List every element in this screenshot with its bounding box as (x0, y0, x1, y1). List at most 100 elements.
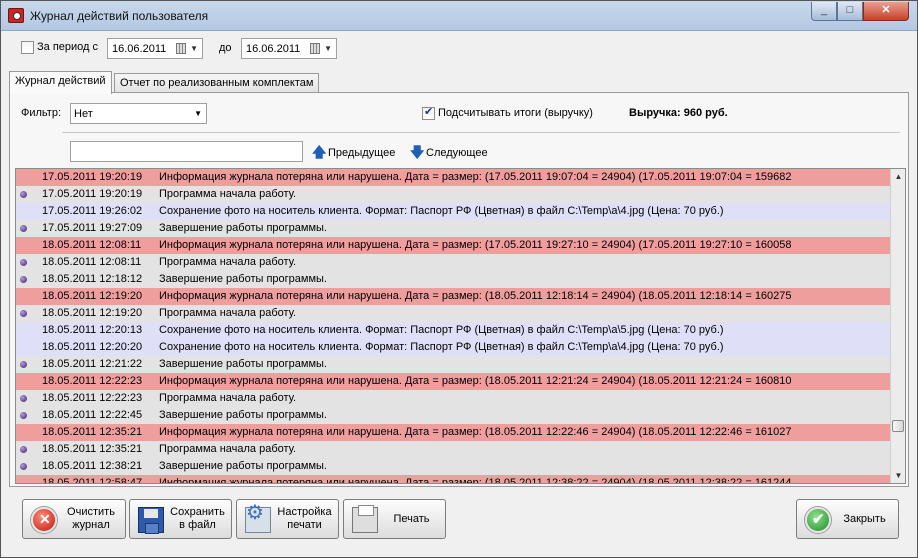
log-message: Программа начала работу. (159, 443, 297, 455)
log-timestamp: 18.05.2011 12:38:21 (42, 460, 143, 472)
camera-icon (8, 8, 24, 23)
filter-label: Фильтр: (21, 107, 62, 119)
action-log-list[interactable]: 18.05.2011 12:58:47 Информация журнала по… (15, 168, 906, 484)
log-row[interactable]: 18.05.2011 12:20:13 Сохранение фото на но… (16, 322, 890, 339)
log-timestamp: 18.05.2011 12:22:45 (42, 409, 143, 421)
close-window-button[interactable]: ✕ (863, 2, 909, 21)
scroll-up-arrow-icon[interactable]: ▲ (891, 169, 905, 184)
log-row[interactable]: 18.05.2011 12:22:45 Завершение работы про… (16, 407, 890, 424)
printer-icon (352, 505, 378, 533)
totals-checkbox[interactable] (422, 105, 435, 120)
log-message: Информация журнала потеряна или нарушена… (159, 426, 792, 438)
log-timestamp: 18.05.2011 12:35:21 (42, 443, 143, 455)
check-icon (805, 507, 831, 533)
floppy-icon (138, 507, 164, 534)
filter-select[interactable]: Нет ▼ (70, 103, 207, 124)
date-to-label: до (219, 42, 232, 54)
close-label: Закрыть (843, 512, 886, 525)
filter-value: Нет (74, 108, 93, 120)
clear-icon (31, 507, 57, 533)
arrow-down-icon: 🡇 (410, 144, 425, 160)
log-message: Информация журнала потеряна или нарушена… (159, 477, 792, 484)
minimize-button[interactable]: _ (811, 2, 837, 21)
scroll-down-arrow-icon[interactable]: ▼ (891, 468, 905, 483)
log-message: Программа начала работу. (159, 307, 297, 319)
log-timestamp: 17.05.2011 19:20:19 (42, 171, 143, 183)
chevron-down-icon: ▼ (190, 44, 198, 53)
log-row[interactable]: 17.05.2011 19:20:19 Информация журнала по… (16, 169, 890, 186)
save-to-file-button[interactable]: Сохранить в файл (129, 499, 232, 539)
tab-action-log[interactable]: Журнал действий (9, 71, 112, 94)
log-row[interactable]: 18.05.2011 12:19:20 Программа начала рабо… (16, 305, 890, 322)
totals-checkbox-label[interactable]: Подсчитывать итоги (выручку) (438, 107, 593, 119)
log-timestamp: 18.05.2011 12:22:23 (42, 375, 143, 387)
log-timestamp: 18.05.2011 12:08:11 (42, 256, 142, 268)
previous-label: Предыдущее (328, 147, 396, 159)
divider (62, 132, 900, 133)
log-timestamp: 18.05.2011 12:58:47 (42, 477, 143, 484)
log-message: Информация журнала потеряна или нарушена… (159, 375, 792, 387)
log-message: Информация журнала потеряна или нарушена… (159, 171, 792, 183)
log-message: Завершение работы программы. (159, 273, 327, 285)
log-timestamp: 18.05.2011 12:20:13 (42, 324, 143, 336)
log-row[interactable]: 18.05.2011 12:38:21 Завершение работы про… (16, 458, 890, 475)
log-row[interactable]: 18.05.2011 12:08:11 Программа начала рабо… (16, 254, 890, 271)
bullet-icon (20, 395, 27, 402)
bullet-icon (20, 310, 27, 317)
log-row[interactable]: 18.05.2011 12:58:47 Информация журнала по… (16, 475, 890, 484)
vertical-scrollbar[interactable]: ▲ ▼ (890, 169, 905, 483)
log-row[interactable]: 18.05.2011 12:21:22 Завершение работы про… (16, 356, 890, 373)
maximize-button[interactable]: □ (837, 2, 863, 21)
search-input[interactable] (70, 141, 303, 162)
print-button[interactable]: Печать (343, 499, 446, 539)
period-row: За период с 16.06.2011 ▼ до 16.06.2011 ▼ (21, 38, 901, 60)
log-timestamp: 17.05.2011 19:27:09 (42, 222, 143, 234)
clear-log-button[interactable]: Очистить журнал (22, 499, 126, 539)
chevron-down-icon: ▼ (324, 44, 332, 53)
close-button[interactable]: Закрыть (796, 499, 899, 539)
log-row[interactable]: 17.05.2011 19:20:19 Программа начала рабо… (16, 186, 890, 203)
log-message: Сохранение фото на носитель клиента. Фор… (159, 324, 724, 336)
log-row[interactable]: 18.05.2011 12:08:11 Информация журнала по… (16, 237, 890, 254)
bullet-icon (20, 276, 27, 283)
log-row[interactable]: 17.05.2011 19:27:09 Завершение работы про… (16, 220, 890, 237)
log-row[interactable]: 18.05.2011 12:35:21 Программа начала рабо… (16, 441, 890, 458)
log-row[interactable]: 18.05.2011 12:18:12 Завершение работы про… (16, 271, 890, 288)
log-timestamp: 18.05.2011 12:21:22 (42, 358, 143, 370)
main-window: Журнал действий пользователя _ □ ✕ За пе… (0, 0, 918, 558)
tab-bar: Журнал действий Отчет по реализованным к… (9, 71, 909, 94)
chevron-down-icon: ▼ (194, 109, 202, 118)
log-message: Завершение работы программы. (159, 358, 327, 370)
log-timestamp: 18.05.2011 12:22:23 (42, 392, 143, 404)
log-message: Программа начала работу. (159, 188, 297, 200)
date-to-picker[interactable]: 16.06.2011 ▼ (241, 38, 337, 59)
log-message: Завершение работы программы. (159, 222, 327, 234)
print-setup-button[interactable]: Настройка печати (236, 499, 339, 539)
log-message: Завершение работы программы. (159, 409, 327, 421)
date-from-picker[interactable]: 16.06.2011 ▼ (107, 38, 203, 59)
log-message: Информация журнала потеряна или нарушена… (159, 239, 792, 251)
calendar-icon (310, 43, 320, 54)
log-message: Программа начала работу. (159, 256, 297, 268)
title-bar[interactable]: Журнал действий пользователя _ □ ✕ (1, 1, 917, 31)
log-row[interactable]: 18.05.2011 12:20:20 Сохранение фото на но… (16, 339, 890, 356)
log-timestamp: 18.05.2011 12:08:11 (42, 239, 142, 251)
bullet-icon (20, 225, 27, 232)
tab-sold-sets-report[interactable]: Отчет по реализованным комплектам (114, 73, 320, 93)
log-message: Программа начала работу. (159, 392, 297, 404)
log-timestamp: 18.05.2011 12:20:20 (42, 341, 143, 353)
period-checkbox[interactable] (21, 41, 34, 54)
save-to-file-label: Сохранить в файл (170, 506, 225, 531)
log-row[interactable]: 18.05.2011 12:35:21 Информация журнала по… (16, 424, 890, 441)
log-timestamp: 18.05.2011 12:18:12 (42, 273, 143, 285)
period-checkbox-label[interactable]: За период с (37, 41, 98, 53)
log-message: Информация журнала потеряна или нарушена… (159, 290, 792, 302)
log-message: Сохранение фото на носитель клиента. Фор… (159, 341, 724, 353)
log-timestamp: 17.05.2011 19:20:19 (42, 188, 143, 200)
log-row[interactable]: 18.05.2011 12:19:20 Информация журнала по… (16, 288, 890, 305)
scroll-thumb[interactable] (892, 420, 904, 432)
log-row[interactable]: 17.05.2011 19:26:02 Сохранение фото на но… (16, 203, 890, 220)
arrow-up-icon: 🡅 (312, 144, 327, 160)
log-row[interactable]: 18.05.2011 12:22:23 Информация журнала по… (16, 373, 890, 390)
log-row[interactable]: 18.05.2011 12:22:23 Программа начала рабо… (16, 390, 890, 407)
